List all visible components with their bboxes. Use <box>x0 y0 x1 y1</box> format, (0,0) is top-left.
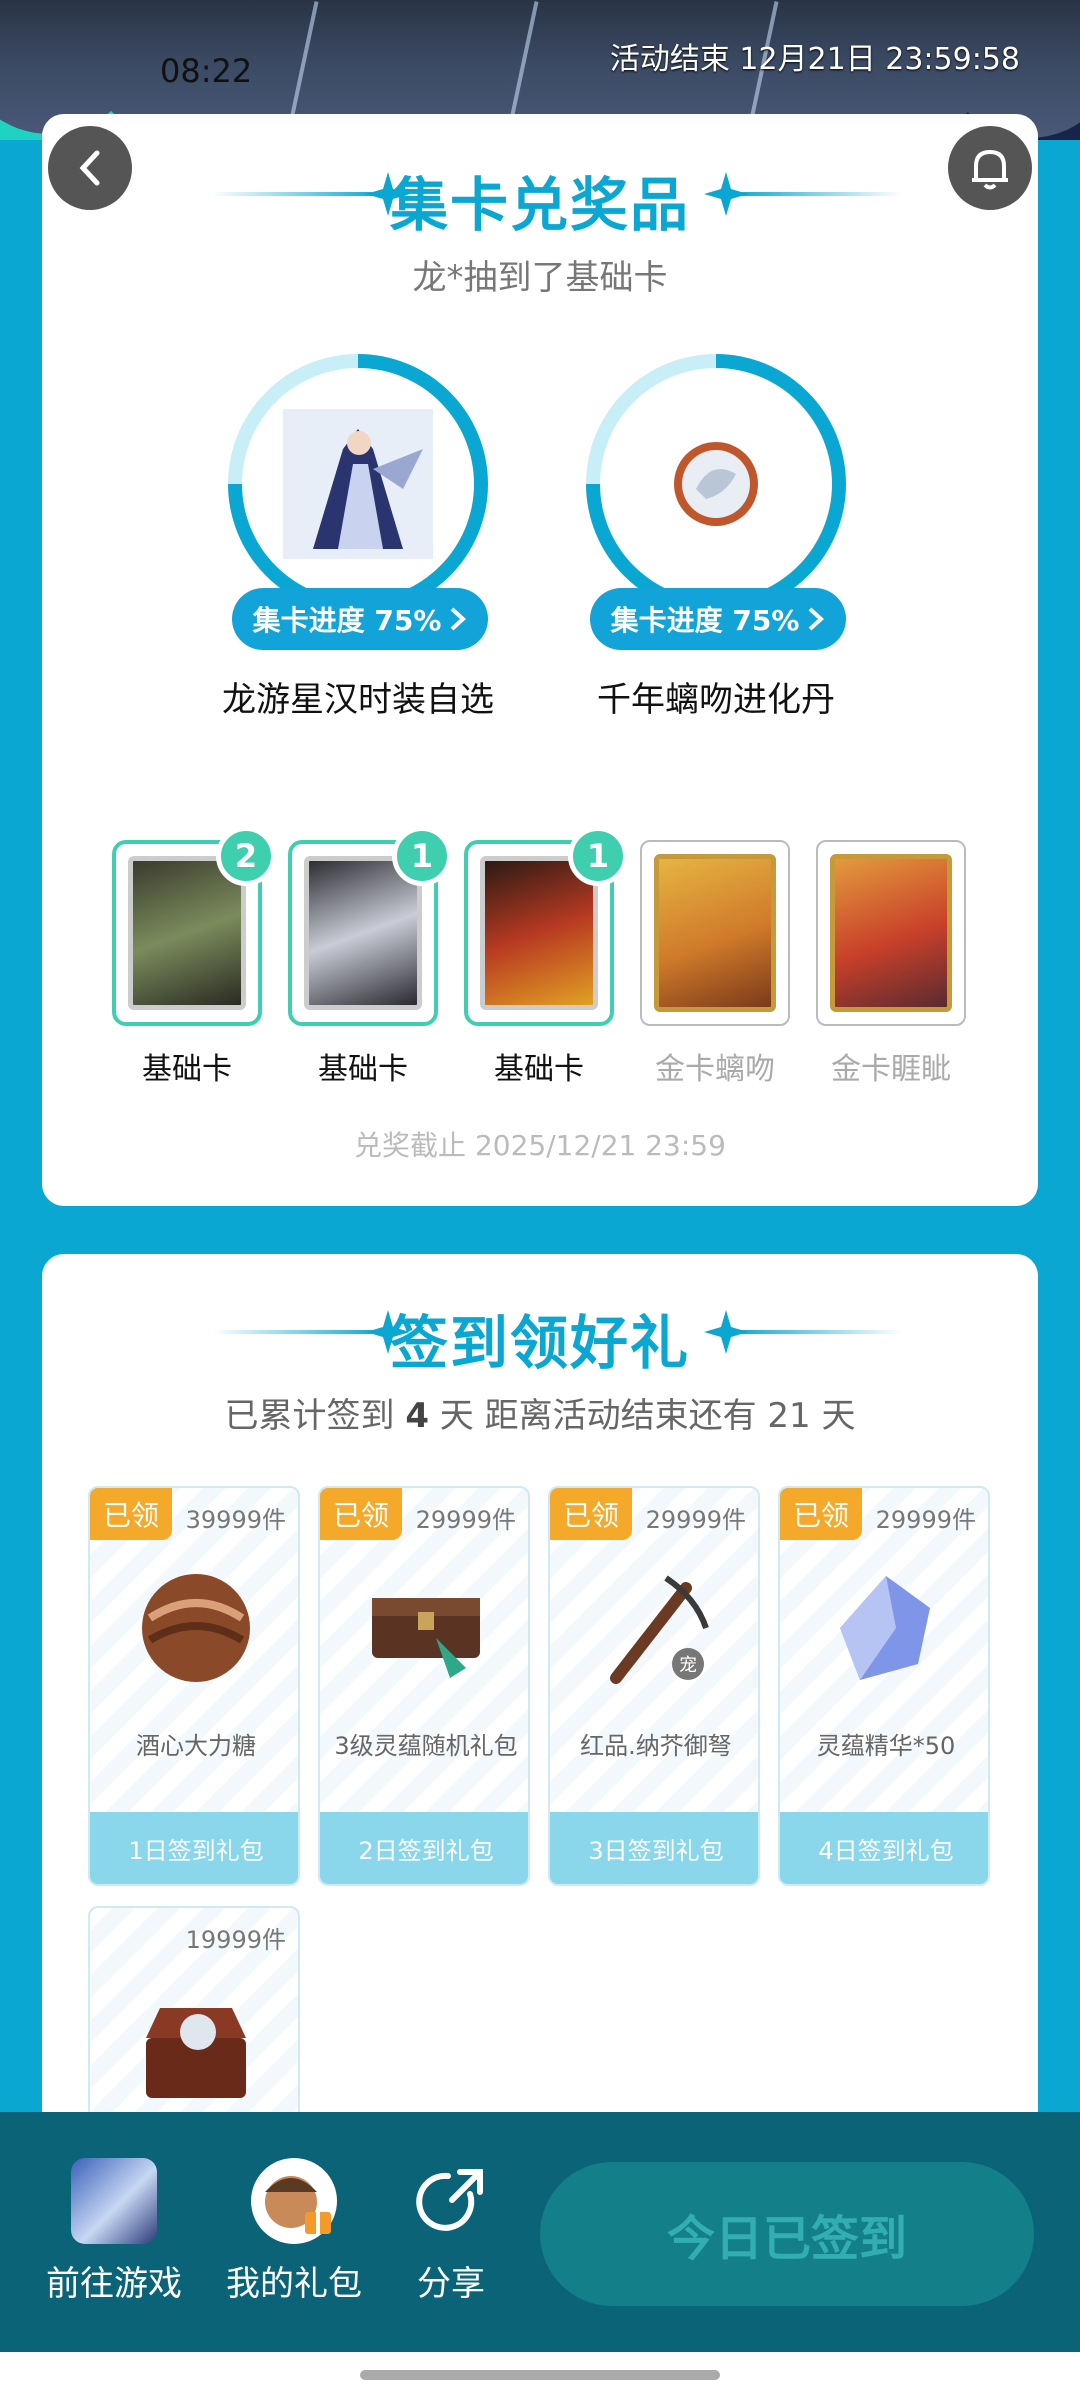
collect-progress-button[interactable]: 集卡进度 75% <box>590 588 846 650</box>
evolution-pill-icon <box>674 442 758 526</box>
card-frame: 1 <box>464 826 628 1026</box>
title-decoration <box>732 192 902 196</box>
gift-day-label: 1日签到礼包 <box>90 1812 298 1884</box>
gift-day-label: 3日签到礼包 <box>550 1812 758 1884</box>
my-gifts-button[interactable]: 我的礼包 <box>226 2158 362 2305</box>
collectible-card[interactable]: 金卡睚眦 <box>816 840 966 1088</box>
collect-subtitle: 龙*抽到了基础卡 <box>412 258 668 298</box>
costume-icon <box>283 409 433 559</box>
card-frame: 1 <box>288 826 452 1026</box>
claimed-badge: 已领 <box>550 1488 632 1540</box>
claimed-badge: 已领 <box>320 1488 402 1540</box>
share-label: 分享 <box>417 2264 485 2304</box>
collectible-card[interactable]: 1 基础卡 <box>288 826 452 1088</box>
gift-name: 酒心大力糖 <box>136 1732 256 1760</box>
progress-label: 集卡进度 75% <box>252 604 442 637</box>
crossbow-icon: 宠 <box>610 1575 709 1684</box>
signin-gift[interactable]: 已领 29999件 宠 红品.纳芥御弩 3日签到礼包 <box>548 1486 760 1886</box>
go-to-game-label: 前往游戏 <box>46 2264 182 2304</box>
signin-summary: 已累计签到 4 天 距离活动结束还有 21 天 <box>42 1388 1038 1437</box>
card-count-badge: 1 <box>392 826 452 886</box>
bottom-action-bar: 前往游戏 我的礼包 分享 今日已签到 <box>0 2112 1080 2352</box>
signin-title: 签到领好礼 <box>389 1309 690 1377</box>
card-label: 基础卡 <box>494 1052 584 1087</box>
gift-stock: 29999件 <box>415 1506 516 1534</box>
card-count-badge: 2 <box>216 826 276 886</box>
pet-tag: 宠 <box>679 1655 697 1676</box>
chocolate-candy-icon <box>142 1574 250 1682</box>
gift-stock: 19999件 <box>185 1926 286 1954</box>
card-count-badge: 1 <box>568 826 628 886</box>
gift-name: 3级灵蕴随机礼包 <box>334 1732 518 1760</box>
signin-prefix: 已累计签到 <box>224 1396 395 1436</box>
signin-days: 4 <box>405 1396 429 1436</box>
share-icon <box>408 2158 494 2244</box>
card-label: 基础卡 <box>318 1052 408 1087</box>
chevron-right-icon <box>809 607 825 631</box>
game-app-icon <box>71 2158 157 2244</box>
gesture-handle[interactable] <box>360 2370 720 2380</box>
signin-gift[interactable]: 已领 29999件 灵蕴精华*50 4日签到礼包 <box>778 1486 990 1886</box>
back-button[interactable] <box>48 126 132 210</box>
claimed-badge: 已领 <box>780 1488 862 1540</box>
bell-icon <box>972 149 1008 190</box>
prize-image <box>242 368 474 600</box>
title-decoration <box>732 1330 902 1334</box>
collect-title: 集卡兑奖品 <box>389 171 690 239</box>
claimed-badge: 已领 <box>90 1488 172 1540</box>
gift-stock: 29999件 <box>645 1506 746 1534</box>
go-to-game-button[interactable]: 前往游戏 <box>46 2158 182 2305</box>
collectible-card[interactable]: 金卡螭吻 <box>640 840 790 1088</box>
gift-name: 红品.纳芥御弩 <box>580 1732 732 1760</box>
signed-today-button[interactable]: 今日已签到 <box>540 2162 1034 2306</box>
chevron-right-icon <box>451 607 467 631</box>
gift-stock: 39999件 <box>185 1506 286 1534</box>
gift-name: 灵蕴精华*50 <box>816 1732 956 1760</box>
signin-panel: 签到领好礼 已累计签到 4 天 距离活动结束还有 21 天 已领 39999件 … <box>42 1254 1038 2154</box>
collect-progress-button[interactable]: 集卡进度 75% <box>232 588 488 650</box>
status-time: 08:22 <box>160 52 253 90</box>
crystal-icon <box>840 1576 930 1680</box>
treasure-chest-icon <box>146 2008 246 2098</box>
redeem-deadline: 兑奖截止 2025/12/21 23:59 <box>354 1129 726 1162</box>
signin-remaining: 天 距离活动结束还有 21 天 <box>439 1396 856 1436</box>
notification-button[interactable] <box>948 126 1032 210</box>
progress-label: 集卡进度 75% <box>610 604 800 637</box>
event-end-text: 活动结束 12月21日 23:59:58 <box>609 42 1020 77</box>
card-frame: 2 <box>112 826 276 1026</box>
golden-beast-card-art <box>830 854 952 1012</box>
card-frame <box>816 840 966 1026</box>
gift-day-label: 4日签到礼包 <box>780 1812 988 1884</box>
collect-card-panel: 集卡兑奖品 龙*抽到了基础卡 集卡进度 75% 龙游星汉时装自选 集卡进度 75… <box>42 114 1038 1206</box>
card-label: 金卡螭吻 <box>655 1052 775 1087</box>
signin-gift[interactable]: 已领 29999件 3级灵蕴随机礼包 2日签到礼包 <box>318 1486 530 1886</box>
collectible-card[interactable]: 1 基础卡 <box>464 826 628 1088</box>
card-label: 金卡睚眦 <box>831 1052 951 1087</box>
prize-name: 千年螭吻进化丹 <box>597 680 835 720</box>
progress-ring <box>586 354 846 614</box>
gift-stock: 29999件 <box>875 1506 976 1534</box>
signin-gift[interactable]: 已领 39999件 酒心大力糖 1日签到礼包 <box>88 1486 300 1886</box>
prize-name: 龙游星汉时装自选 <box>222 680 494 720</box>
gift-day-label: 2日签到礼包 <box>320 1812 528 1884</box>
card-label: 基础卡 <box>142 1052 232 1087</box>
card-frame <box>640 840 790 1026</box>
avatar-gift-icon <box>251 2158 337 2244</box>
gift-chest-icon <box>372 1598 480 1678</box>
golden-dragon-card-art <box>654 854 776 1012</box>
prize-image <box>600 368 832 600</box>
progress-ring <box>228 354 488 614</box>
chevron-left-icon <box>79 150 100 186</box>
my-gifts-label: 我的礼包 <box>226 2264 362 2304</box>
share-button[interactable]: 分享 <box>408 2158 494 2305</box>
collectible-card[interactable]: 2 基础卡 <box>112 826 276 1088</box>
